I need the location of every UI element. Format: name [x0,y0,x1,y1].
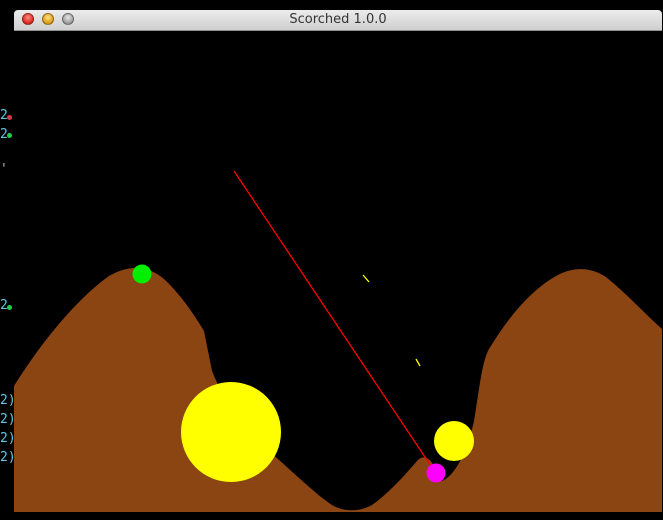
game-canvas[interactable] [14,31,662,512]
player-tank-green[interactable] [132,264,152,284]
game-scene[interactable] [14,31,662,512]
player-color-dot-4 [7,305,12,310]
player-color-dot-2 [7,133,12,138]
title-bar[interactable]: Scorched 1.0.0 [14,10,662,31]
window-title: Scorched 1.0.0 [289,12,387,27]
player-tank-magenta[interactable] [426,463,446,483]
debris-fragment [415,358,421,367]
debris-fragment [362,274,370,283]
hud-line-3: ' [0,162,8,177]
explosion [434,421,474,461]
game-window: Scorched 1.0.0 [14,10,662,512]
terrain [14,268,662,512]
explosion [181,382,281,482]
player-color-dot-1 [7,115,12,120]
